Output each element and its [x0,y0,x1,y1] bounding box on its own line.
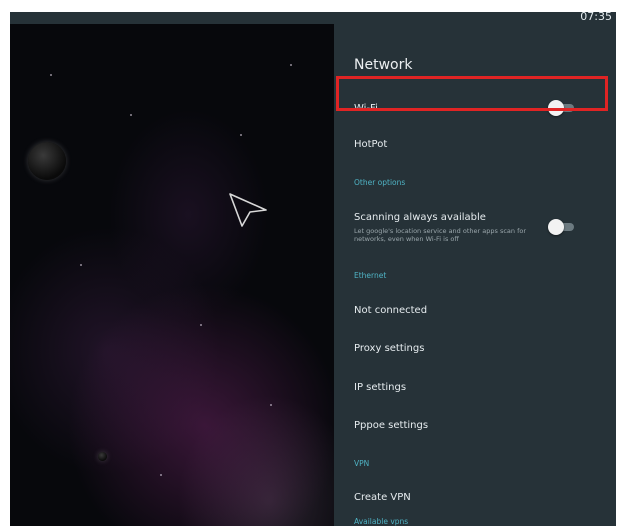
vpn-header: VPN [354,459,370,468]
star [160,474,162,476]
proxy-settings-label: Proxy settings [354,343,425,354]
ethernet-status-label: Not connected [354,305,428,316]
status-clock: 07:35 [580,12,612,23]
other-options-header: Other options [354,178,406,187]
star [130,114,132,116]
ethernet-status-row[interactable]: Not connected [334,298,616,324]
star [290,64,292,66]
pppoe-settings-row[interactable]: Pppoe settings [334,413,616,439]
mouse-pointer-icon[interactable] [228,192,268,228]
ethernet-header: Ethernet [354,271,387,280]
hotspot-label: HotPot [354,139,388,150]
star [50,74,52,76]
ip-settings-label: IP settings [354,382,407,393]
status-bar: 07:35 [10,12,616,24]
star [270,404,272,406]
create-vpn-label: Create VPN [354,492,411,503]
available-vpns-header: Available vpns [354,517,409,526]
scanning-label: Scanning always available [354,212,486,223]
star [200,324,202,326]
pppoe-settings-label: Pppoe settings [354,420,429,431]
scanning-description: Let google's location service and other … [354,227,527,244]
panel-title: Network [354,57,413,73]
ip-settings-row[interactable]: IP settings [334,375,616,401]
planet-decoration [28,142,66,180]
scanning-toggle[interactable] [548,219,576,235]
small-planet-decoration [98,452,107,461]
create-vpn-row[interactable]: Create VPN [334,485,616,511]
star [240,134,242,136]
proxy-settings-row[interactable]: Proxy settings [334,336,616,362]
wifi-highlight-box [336,76,608,111]
wallpaper [10,24,334,526]
star [80,264,82,266]
scanning-toggle-thumb [548,219,564,235]
hotspot-row[interactable]: HotPot [334,132,616,156]
scanning-row[interactable]: Scanning always available Let google's l… [334,207,616,251]
